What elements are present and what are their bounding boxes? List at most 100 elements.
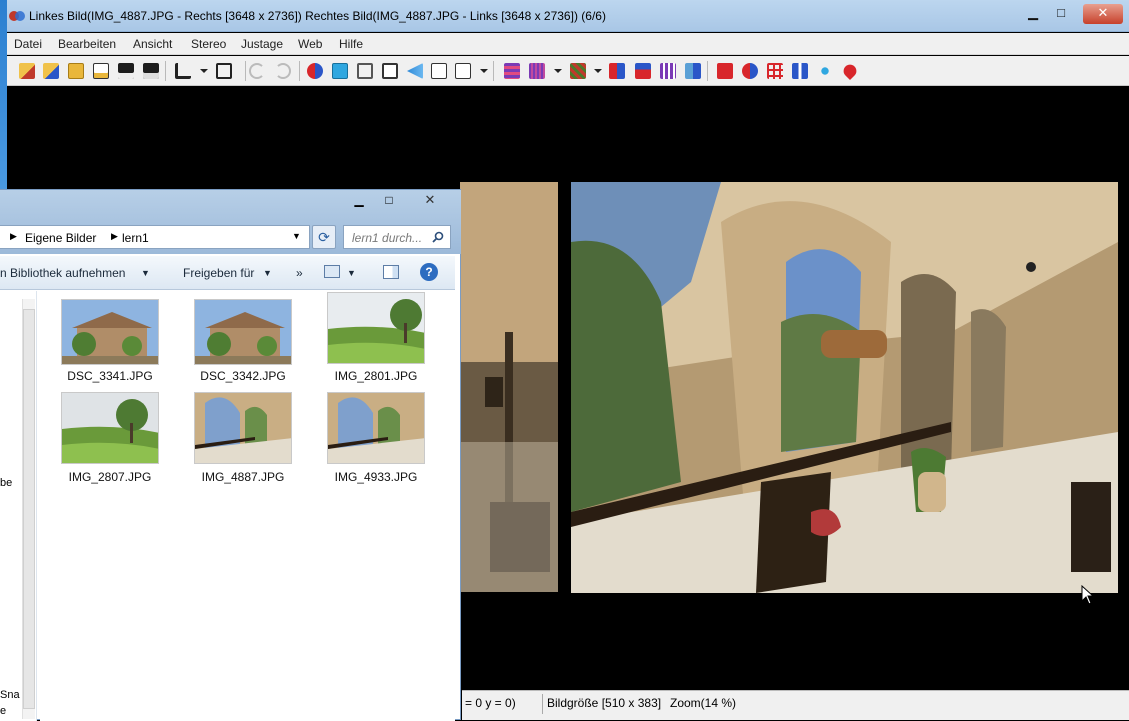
pin-icon[interactable] bbox=[840, 61, 860, 81]
zoom-label: Zoom(14 %) bbox=[670, 696, 737, 710]
menu-bar: Datei Bearbeiten Ansicht Stereo Justage … bbox=[7, 33, 1129, 55]
file-name[interactable]: IMG_4933.JPG bbox=[311, 470, 441, 484]
breadcrumb-separator-icon: ▶ bbox=[111, 231, 118, 241]
explorer-minimize-button[interactable]: ▁ bbox=[345, 193, 373, 209]
search-input[interactable]: lern1 durch... bbox=[343, 225, 451, 249]
undo-icon[interactable] bbox=[249, 63, 265, 79]
more-commands-button[interactable]: » bbox=[296, 266, 303, 280]
window-title: Linkes Bild(IMG_4887.JPG - Rechts [3648 … bbox=[29, 9, 606, 23]
grid-icon[interactable] bbox=[767, 63, 783, 79]
menu-justage[interactable]: Justage bbox=[241, 37, 283, 51]
file-name[interactable]: DSC_3342.JPG bbox=[178, 369, 308, 383]
breadcrumb-lern1[interactable]: lern1 bbox=[122, 231, 149, 245]
nav-fragment: be bbox=[0, 477, 13, 489]
navigation-pane[interactable]: be Sna e bbox=[0, 291, 37, 721]
view-options-icon[interactable] bbox=[324, 265, 340, 278]
menu-datei[interactable]: Datei bbox=[14, 37, 42, 51]
toolbar-separator bbox=[493, 61, 494, 81]
open-left-icon[interactable] bbox=[19, 63, 35, 79]
status-bar: = 0 y = 0) Bildgröße [510 x 383] Zoom(14… bbox=[462, 690, 1129, 720]
frame-icon[interactable] bbox=[357, 63, 373, 79]
app-icon bbox=[9, 11, 25, 21]
close-button[interactable]: ✕ bbox=[1083, 4, 1123, 24]
cursor-coordinates: = 0 y = 0) bbox=[465, 696, 516, 710]
explorer-close-button[interactable]: ✕ bbox=[408, 192, 452, 210]
split-icon[interactable] bbox=[792, 63, 808, 79]
breadcrumb-dropdown-icon[interactable]: ▼ bbox=[292, 231, 301, 241]
toolbar-dropdown-icon[interactable] bbox=[554, 69, 562, 73]
open-right-icon[interactable] bbox=[43, 63, 59, 79]
toolbar-separator bbox=[165, 61, 166, 81]
thumbnail-img-4933[interactable] bbox=[327, 392, 425, 464]
toolbar-dropdown-icon[interactable] bbox=[200, 69, 208, 73]
menu-ansicht[interactable]: Ansicht bbox=[133, 37, 172, 51]
toolbar-separator bbox=[299, 61, 300, 81]
pattern-icon[interactable] bbox=[570, 63, 586, 79]
crop-icon[interactable] bbox=[175, 63, 191, 79]
toolbar-dropdown-icon[interactable] bbox=[594, 69, 602, 73]
thumbnail-dsc-3342[interactable] bbox=[194, 299, 292, 365]
file-name[interactable]: IMG_2807.JPG bbox=[45, 470, 175, 484]
file-name[interactable]: IMG_2801.JPG bbox=[311, 369, 441, 383]
redo-icon[interactable] bbox=[275, 63, 291, 79]
refresh-icon[interactable]: ⟳ bbox=[312, 225, 336, 249]
thumbnail-img-4887[interactable] bbox=[194, 392, 292, 464]
file-name[interactable]: IMG_4887.JPG bbox=[178, 470, 308, 484]
file-name[interactable]: DSC_3341.JPG bbox=[45, 369, 175, 383]
mirror-icon[interactable] bbox=[685, 63, 701, 79]
thumbnail-img-2807[interactable] bbox=[61, 392, 159, 464]
save-all-icon[interactable] bbox=[143, 63, 159, 79]
menu-hilfe[interactable]: Hilfe bbox=[339, 37, 363, 51]
snow-icon[interactable] bbox=[817, 63, 833, 79]
breadcrumb-arrow-icon: ▶ bbox=[10, 231, 17, 241]
side-by-side-icon[interactable] bbox=[609, 63, 625, 79]
menu-bearbeiten[interactable]: Bearbeiten bbox=[58, 37, 116, 51]
over-under-icon[interactable] bbox=[635, 63, 651, 79]
save-icon[interactable] bbox=[118, 63, 134, 79]
breadcrumb-eigene-bilder[interactable]: Eigene Bilder bbox=[25, 231, 96, 245]
search-icon[interactable] bbox=[432, 231, 444, 243]
thumbnail-img-2801[interactable] bbox=[327, 292, 425, 364]
search-placeholder: lern1 durch... bbox=[352, 231, 423, 245]
swap-icon[interactable] bbox=[307, 63, 323, 79]
open-folder-icon[interactable] bbox=[68, 63, 84, 79]
share-with-button[interactable]: Freigeben für bbox=[183, 266, 254, 280]
command-bar: n Bibliothek aufnehmen ▼ Freigeben für ▼… bbox=[0, 256, 455, 290]
toolbar-dropdown-icon[interactable] bbox=[480, 69, 488, 73]
menu-web[interactable]: Web bbox=[298, 37, 322, 51]
fit-icon[interactable] bbox=[431, 63, 447, 79]
nav-fragment: Sna bbox=[0, 689, 20, 701]
toolbar-separator bbox=[707, 61, 708, 81]
explorer-maximize-button[interactable]: □ bbox=[375, 193, 403, 209]
columns-icon[interactable] bbox=[660, 63, 676, 79]
mouse-cursor-icon bbox=[1081, 585, 1095, 605]
maximize-button[interactable]: □ bbox=[1043, 4, 1079, 24]
left-image bbox=[460, 182, 558, 592]
nav-fragment: e bbox=[0, 705, 7, 717]
zoom-100-icon[interactable] bbox=[455, 63, 471, 79]
interlace-icon[interactable] bbox=[529, 63, 545, 79]
library-dropdown-icon[interactable]: ▼ bbox=[141, 268, 150, 278]
title-bar[interactable]: Linkes Bild(IMG_4887.JPG - Rechts [3648 … bbox=[7, 0, 1129, 32]
image-size-label: Bildgröße [510 x 383] bbox=[547, 696, 662, 710]
red-cyan-icon[interactable] bbox=[717, 63, 733, 79]
toolbar bbox=[7, 56, 1129, 86]
menu-stereo[interactable]: Stereo bbox=[191, 37, 226, 51]
fit-window-icon[interactable] bbox=[332, 63, 348, 79]
preview-pane-icon[interactable] bbox=[383, 265, 399, 279]
thumbnail-dsc-3341[interactable] bbox=[61, 299, 159, 365]
align-icon[interactable] bbox=[216, 63, 232, 79]
toolbar-separator bbox=[245, 61, 246, 81]
help-icon[interactable]: ? bbox=[420, 263, 438, 281]
open-stereo-icon[interactable] bbox=[93, 63, 109, 79]
explorer-window: ▁ □ ✕ ▶ Eigene Bilder ▶ lern1 ▼ ⟳ lern1 … bbox=[0, 189, 461, 721]
anaglyph-icon[interactable] bbox=[504, 63, 520, 79]
auto-align-icon[interactable] bbox=[742, 63, 758, 79]
share-dropdown-icon[interactable]: ▼ bbox=[263, 268, 272, 278]
prev-icon[interactable] bbox=[407, 63, 423, 79]
include-in-library-button[interactable]: n Bibliothek aufnehmen bbox=[0, 266, 125, 280]
fullscreen-icon[interactable] bbox=[382, 63, 398, 79]
breadcrumb[interactable]: ▶ Eigene Bilder ▶ lern1 ▼ bbox=[0, 225, 310, 249]
nav-scrollbar[interactable] bbox=[22, 299, 35, 719]
view-dropdown-icon[interactable]: ▼ bbox=[347, 268, 356, 278]
